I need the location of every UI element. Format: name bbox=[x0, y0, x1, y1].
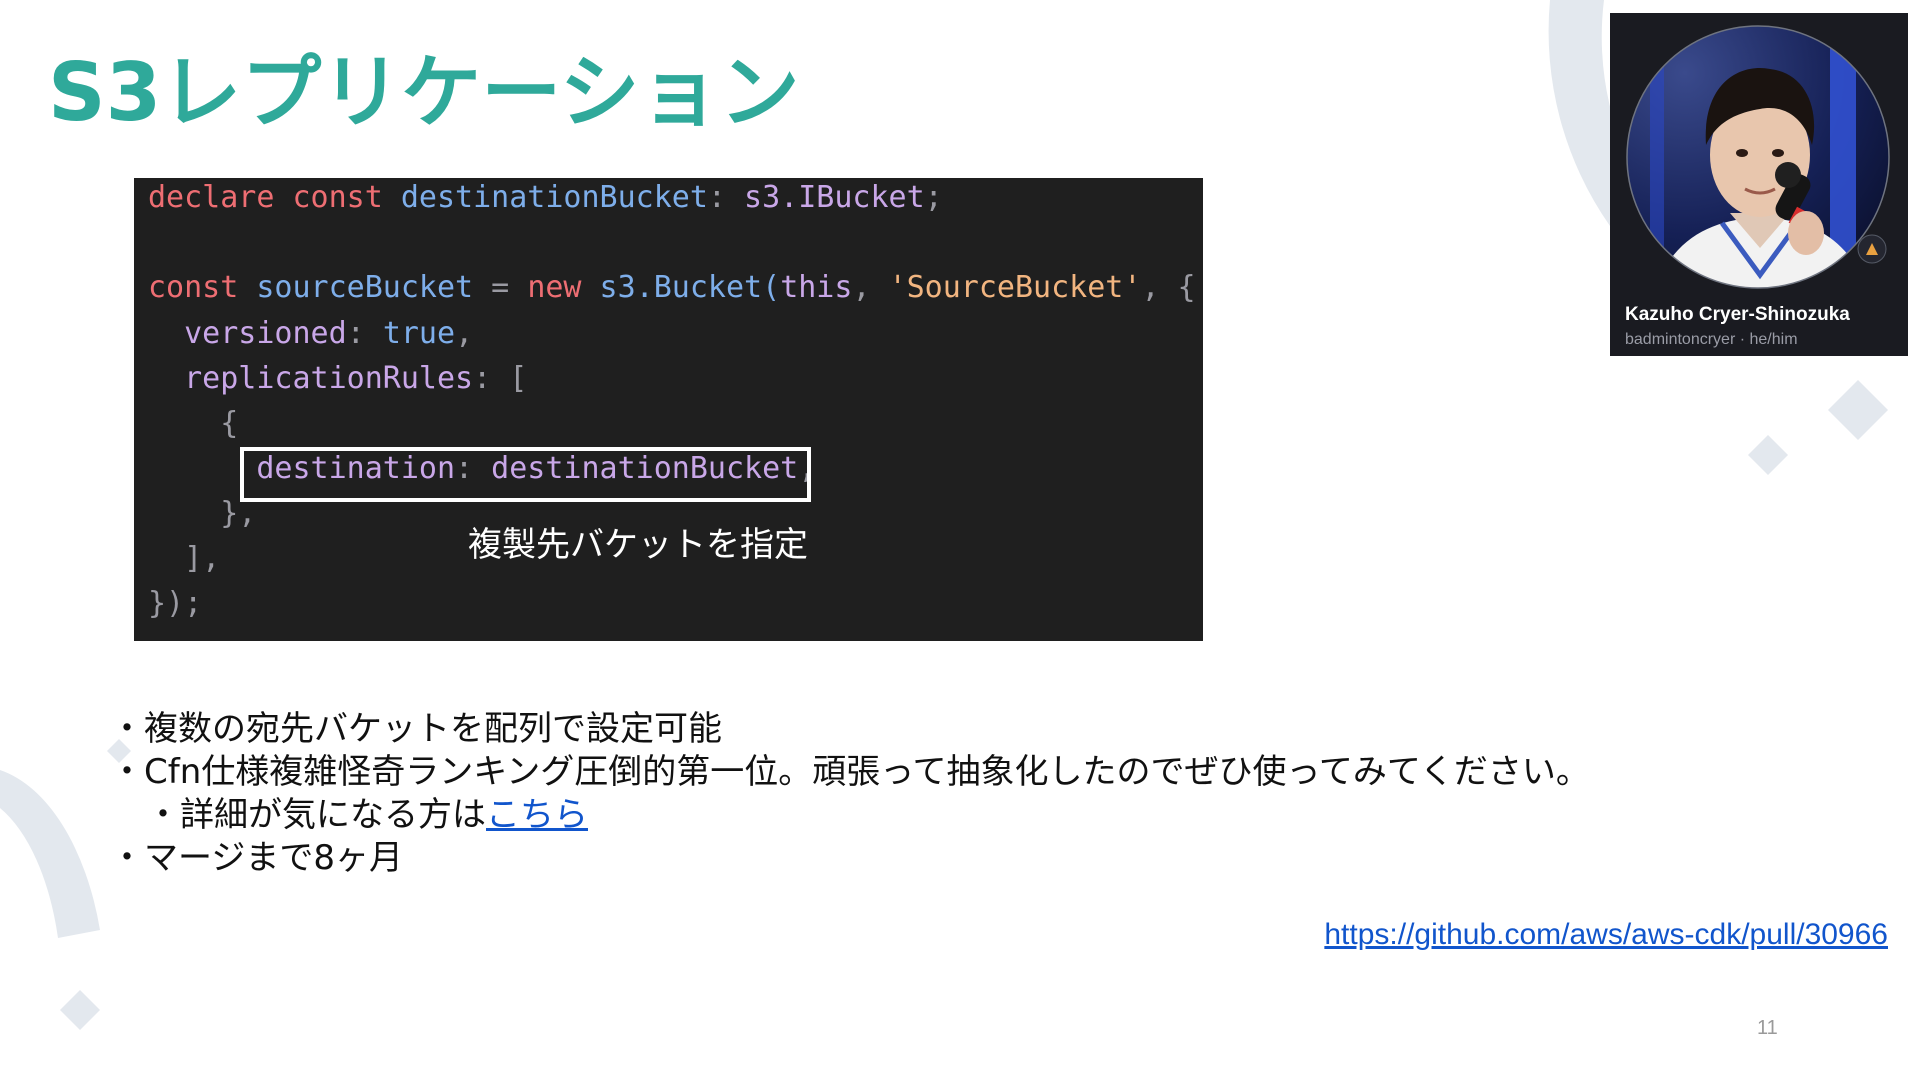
diamond-bottom-left bbox=[60, 990, 100, 1030]
code-line: { bbox=[148, 404, 238, 444]
code-token: s3.IBucket bbox=[744, 180, 925, 215]
code-line: const sourceBucket = new s3.Bucket(this,… bbox=[148, 268, 1196, 308]
code-token: , bbox=[455, 316, 474, 351]
code-token: destinationBucket bbox=[382, 180, 708, 215]
code-caption: 複製先バケットを指定 bbox=[468, 525, 808, 565]
code-token: ; bbox=[924, 180, 943, 215]
diamond-shape bbox=[1828, 380, 1888, 440]
code-token: : bbox=[346, 316, 383, 351]
code-token: = bbox=[473, 270, 528, 305]
details-link[interactable]: こちら bbox=[486, 795, 588, 835]
code-line: versioned: true, bbox=[148, 314, 473, 354]
bullet-item: ・Cfn仕様複雑怪奇ランキング圧倒的第一位。頑張って抽象化したのでぜひ使ってみて… bbox=[110, 751, 1590, 794]
code-token: new bbox=[527, 270, 582, 305]
bullet-text: ・Cfn仕様複雑怪奇ランキング圧倒的第一位。頑張って抽象化したのでぜひ使ってみて… bbox=[110, 752, 1590, 792]
code-line: }); bbox=[148, 584, 202, 624]
code-token: replicationRules bbox=[148, 361, 474, 396]
code-token: : [ bbox=[473, 361, 528, 396]
speaker-profile-card: Kazuho Cryer-Shinozuka badmintoncryer · … bbox=[1610, 13, 1908, 356]
highlight-box bbox=[240, 447, 811, 502]
bullet-text: ・詳細が気になる方は bbox=[146, 795, 486, 835]
code-screenshot: declare const destinationBucket: s3.IBuc… bbox=[134, 178, 1203, 641]
code-token: declare bbox=[148, 180, 275, 215]
code-line: ], bbox=[148, 539, 220, 579]
bullet-item-detail: ・詳細が気になる方はこちら bbox=[110, 794, 1590, 837]
code-line: replicationRules: [ bbox=[148, 359, 527, 399]
bullet-item: ・複数の宛先バケットを配列で設定可能 bbox=[110, 708, 1590, 751]
code-token: this bbox=[780, 270, 853, 305]
arc-shape bbox=[0, 770, 100, 938]
code-token: , bbox=[852, 270, 889, 305]
code-token: true bbox=[382, 316, 456, 351]
page-number: 11 bbox=[1757, 1017, 1778, 1039]
diamond-shape bbox=[60, 990, 100, 1030]
speaker-name: Kazuho Cryer-Shinozuka bbox=[1625, 304, 1850, 325]
code-token: s3.Bucket( bbox=[581, 270, 781, 305]
bullet-item: ・マージまで8ヶ月 bbox=[110, 837, 1590, 880]
code-line: declare const destinationBucket: s3.IBuc… bbox=[148, 178, 943, 218]
code-token: 'SourceBucket' bbox=[888, 270, 1142, 305]
code-token: ], bbox=[148, 541, 221, 576]
code-token: const bbox=[292, 180, 383, 215]
code-token: const bbox=[148, 270, 239, 305]
github-pr-link[interactable]: https://github.com/aws/aws-cdk/pull/3096… bbox=[1324, 918, 1888, 952]
diamond-large-right bbox=[1828, 380, 1888, 440]
bullet-text: ・複数の宛先バケットを配列で設定可能 bbox=[110, 709, 722, 749]
slide-title: S3レプリケーション bbox=[48, 46, 800, 139]
code-token: { bbox=[148, 406, 239, 441]
code-token: versioned bbox=[148, 316, 347, 351]
code-token: }); bbox=[148, 586, 203, 621]
bullet-list: ・複数の宛先バケットを配列で設定可能 ・Cfn仕様複雑怪奇ランキング圧倒的第一位… bbox=[110, 708, 1590, 880]
speaker-handle: badmintoncryer · he/him bbox=[1625, 331, 1798, 348]
diamond-shape bbox=[1748, 435, 1788, 475]
code-token: , { bbox=[1141, 270, 1196, 305]
code-token: : bbox=[707, 180, 745, 215]
code-token: sourceBucket bbox=[238, 270, 474, 305]
diamond-small-right bbox=[1748, 435, 1788, 475]
bullet-text: ・マージまで8ヶ月 bbox=[110, 838, 403, 878]
corner-arc-bottom-left bbox=[0, 770, 100, 938]
